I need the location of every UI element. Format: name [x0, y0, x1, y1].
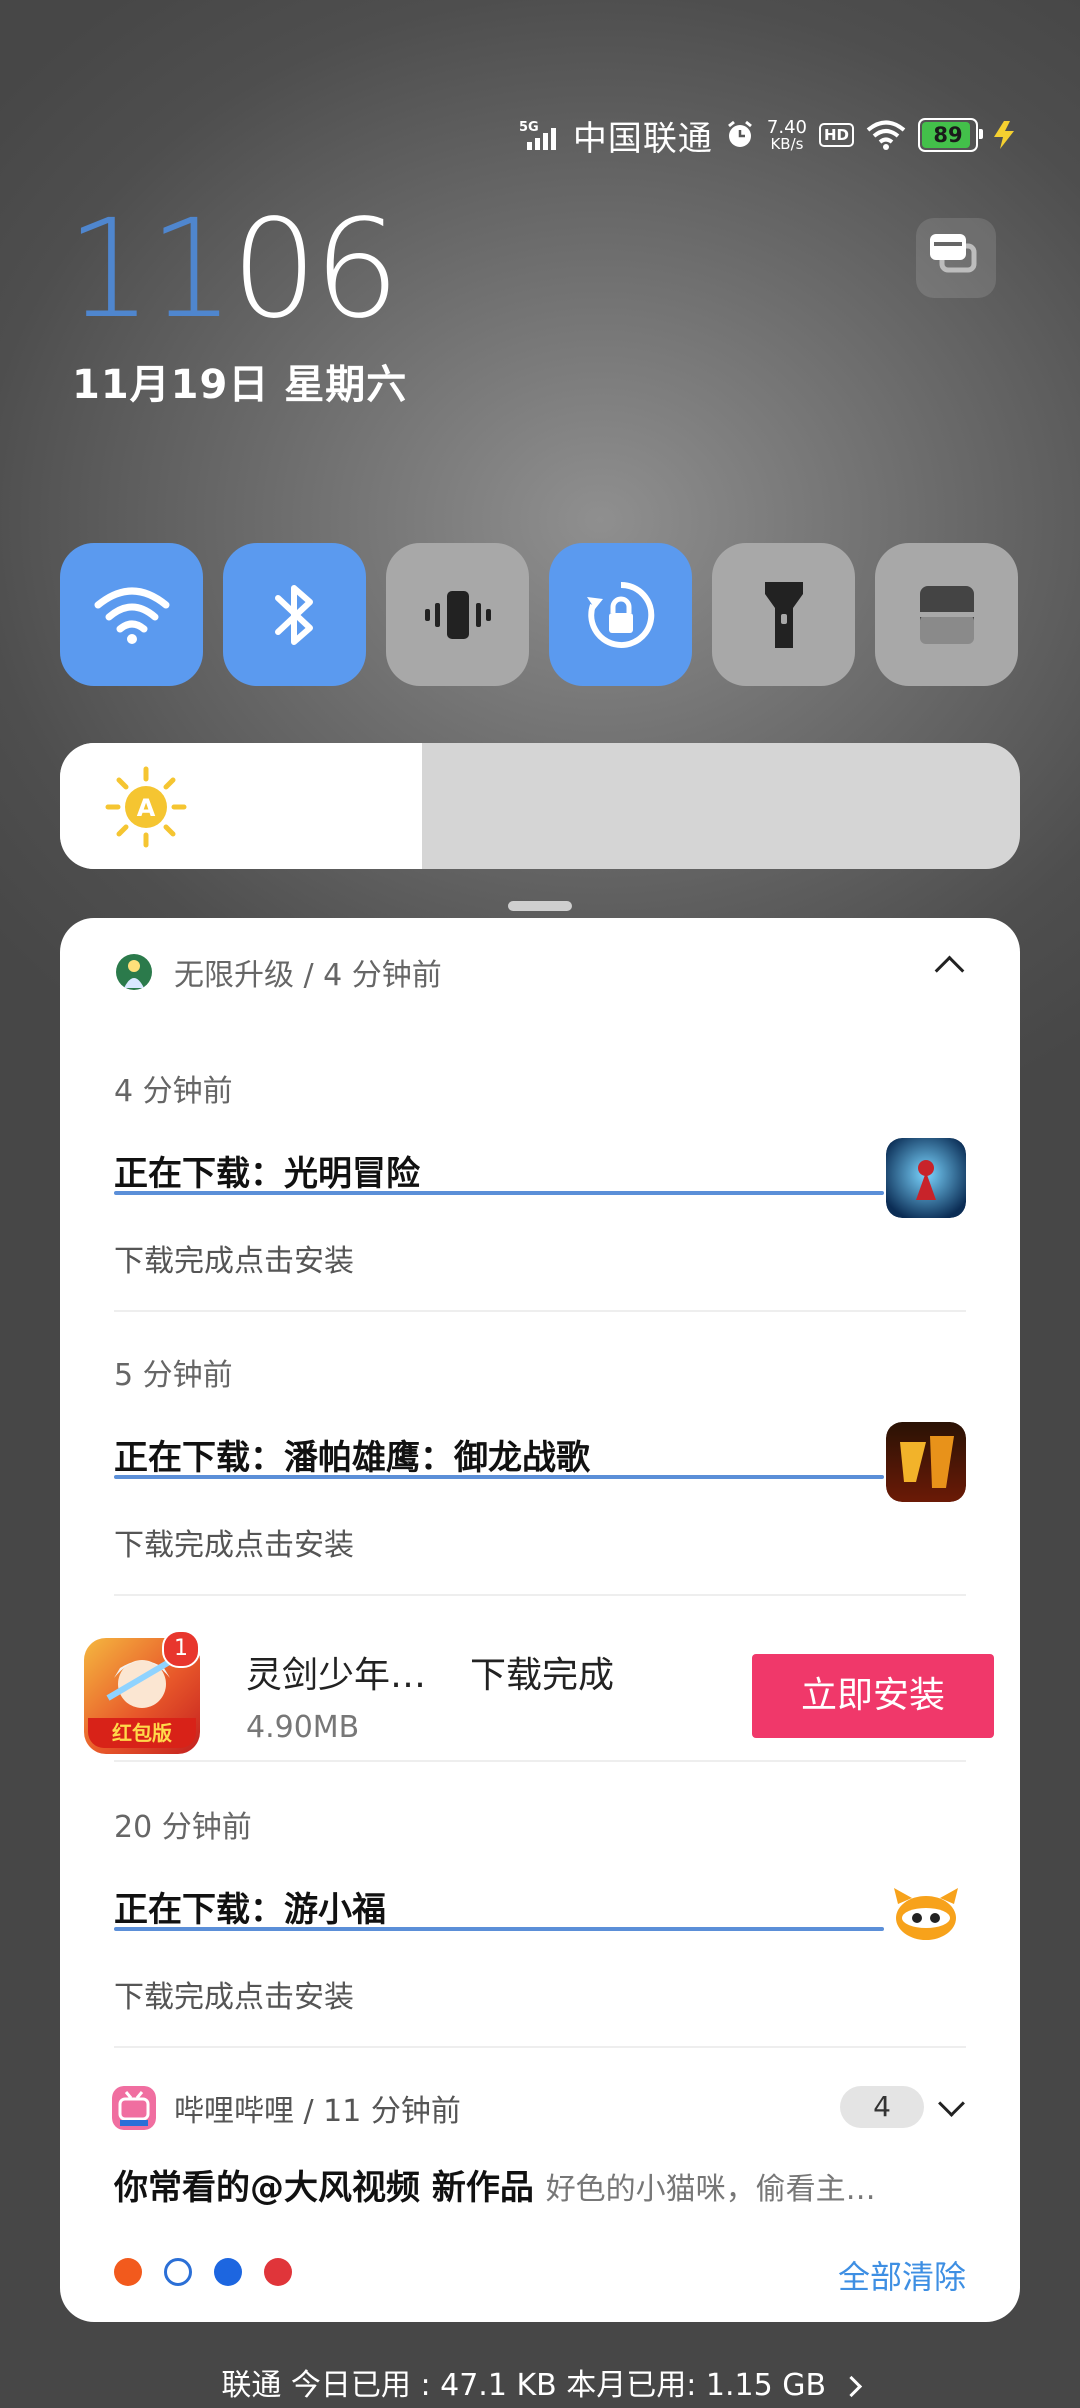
- unread-badge: 1: [162, 1630, 200, 1668]
- more-tile[interactable]: [875, 543, 1018, 686]
- notification-title: 正在下载：潘帕雄鹰：御龙战歌: [114, 1438, 590, 1478]
- panel-icon: [919, 585, 974, 644]
- bilibili-message[interactable]: 你常看的@大风视频 新作品 好色的小猫咪，偷看主…: [114, 2160, 974, 2209]
- wuxian-app-icon: [112, 950, 156, 994]
- clock[interactable]: 1106: [66, 195, 400, 345]
- game-thumbnail: [894, 1888, 958, 1940]
- vibrate-tile[interactable]: [386, 543, 529, 686]
- divider: [114, 2046, 966, 2048]
- download-notification[interactable]: 20 分钟前 正在下载：游小福 下载完成点击安装: [114, 1802, 966, 2015]
- divider: [114, 1760, 966, 1762]
- download-status: 下载完成: [470, 1655, 615, 1696]
- signal-icon: 5G: [519, 120, 556, 150]
- bilibili-second-line: …: [114, 2214, 148, 2236]
- red-packet-tag: 红包版: [88, 1718, 196, 1748]
- bluetooth-icon: [274, 584, 313, 645]
- brightness-slider[interactable]: A: [60, 743, 1020, 869]
- switch-panel-icon: [930, 234, 977, 273]
- divider: [114, 1594, 966, 1596]
- notification-subtitle: 下载完成点击安装: [114, 1980, 354, 2015]
- clear-all-button[interactable]: 全部清除: [838, 2252, 966, 2298]
- notification-title: 正在下载：游小福: [114, 1890, 386, 1930]
- download-progress-bar: [114, 1927, 884, 1931]
- notification-group-header[interactable]: 无限升级 / 4 分钟前: [112, 950, 442, 994]
- rotation-lock-icon: [586, 581, 654, 648]
- download-notification[interactable]: 4 分钟前 正在下载：光明冒险 下载完成点击安装: [114, 1066, 966, 1279]
- data-usage-text: 联通 今日已用 : 47.1 KB 本月已用: 1.15 GB: [221, 2368, 827, 2403]
- notification-subtitle: 下载完成点击安装: [114, 1528, 354, 1563]
- date-label[interactable]: 11月19日 星期六: [72, 352, 407, 410]
- expand-icon[interactable]: [938, 2090, 965, 2117]
- app-icon: [164, 2258, 192, 2286]
- quick-settings-tiles: [60, 543, 1018, 686]
- bilibili-notification-header[interactable]: 哔哩哔哩 / 11 分钟前: [112, 2086, 461, 2130]
- notification-time: 20 分钟前: [114, 1810, 252, 1845]
- vibrate-icon: [424, 590, 491, 639]
- notification-count-badge[interactable]: 4: [840, 2086, 924, 2128]
- network-speed: 7.40 KB/s: [766, 116, 807, 153]
- app-name: 灵剑少年…: [246, 1655, 427, 1696]
- charging-icon: [994, 121, 1014, 149]
- app-icon: [114, 2258, 142, 2286]
- data-usage-bar[interactable]: 联通 今日已用 : 47.1 KB 本月已用: 1.15 GB: [0, 2360, 1080, 2404]
- wifi-icon: [94, 587, 169, 644]
- bilibili-headline: 你常看的@大风视频 新作品: [114, 2168, 534, 2208]
- clock-minute: 06: [231, 191, 400, 349]
- game-thumbnail: [886, 1138, 966, 1218]
- notification-time: 4 分钟前: [114, 1074, 233, 1109]
- app-icon: [214, 2258, 242, 2286]
- clock-hour: 11: [66, 191, 235, 349]
- download-progress-bar: [114, 1191, 884, 1195]
- carrier-name: 中国联通: [572, 118, 713, 159]
- notification-time: 5 分钟前: [114, 1358, 233, 1393]
- bilibili-preview: 好色的小猫咪，偷看主…: [545, 2172, 876, 2207]
- download-notification[interactable]: 5 分钟前 正在下载：潘帕雄鹰：御龙战歌 下载完成点击安装: [114, 1350, 966, 1563]
- flashlight-tile[interactable]: [712, 543, 855, 686]
- rotation-lock-tile[interactable]: [549, 543, 692, 686]
- flashlight-icon: [764, 581, 803, 648]
- control-center-switch-button[interactable]: [916, 218, 996, 298]
- group-title: 无限升级 / 4 分钟前: [174, 958, 442, 993]
- auto-brightness-icon: A: [105, 766, 187, 848]
- notification-panel: 无限升级 / 4 分钟前 4 分钟前 正在下载：光明冒险 下载完成点击安装 5 …: [60, 918, 1020, 2322]
- install-now-button[interactable]: 立即安装: [752, 1654, 994, 1738]
- notification-title: 正在下载：光明冒险: [114, 1154, 420, 1194]
- install-ad-row[interactable]: 1 红包版 灵剑少年… 下载完成 4.90MB 立即安装: [60, 1616, 1020, 1776]
- svg-text:A: A: [137, 794, 156, 822]
- battery-icon: 89: [918, 118, 983, 152]
- bilibili-icon: [112, 2086, 156, 2130]
- app-size: 4.90MB: [246, 1710, 360, 1745]
- bluetooth-tile[interactable]: [223, 543, 366, 686]
- app-icon: [264, 2258, 292, 2286]
- svg-text:5G: 5G: [519, 120, 539, 135]
- wifi-icon: [866, 120, 906, 150]
- game-thumbnail: [886, 1422, 966, 1502]
- collapse-icon[interactable]: [934, 955, 965, 986]
- alarm-icon: [727, 120, 752, 147]
- more-app-icons: [114, 2258, 292, 2286]
- notification-subtitle: 下载完成点击安装: [114, 1244, 354, 1279]
- hd-icon: HD: [818, 123, 854, 147]
- panel-drag-handle[interactable]: [508, 901, 572, 911]
- bilibili-header-text: 哔哩哔哩 / 11 分钟前: [174, 2094, 461, 2129]
- status-bar: 5G 中国联通 7.40 KB/s HD 89: [519, 110, 1018, 160]
- download-progress-bar: [114, 1475, 884, 1479]
- divider: [114, 1310, 966, 1312]
- wifi-tile[interactable]: [60, 543, 203, 686]
- chevron-right-icon: [840, 2375, 862, 2398]
